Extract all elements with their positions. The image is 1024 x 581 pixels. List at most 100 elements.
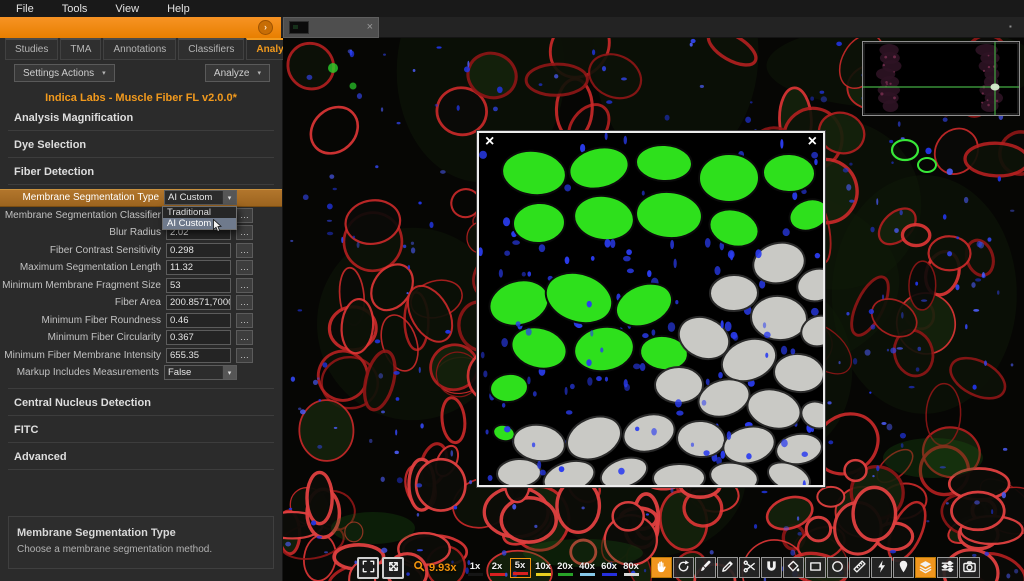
ellipsis-button[interactable]: … — [236, 208, 253, 223]
zoom-preset-80x[interactable]: 80x — [622, 560, 641, 578]
pan-tool-button[interactable] — [651, 557, 672, 578]
chevron-down-icon: ▾ — [257, 69, 261, 77]
adjustments-tool-button[interactable] — [937, 557, 958, 578]
ellipsis-button[interactable]: … — [236, 313, 253, 328]
minimum-membrane-fragment-size-input[interactable]: 53 — [166, 278, 231, 293]
tab-classifiers[interactable]: Classifiers — [178, 38, 244, 60]
flash-icon — [874, 559, 889, 577]
chevron-down-icon[interactable]: ▾ — [222, 191, 236, 204]
rotate-tool-button[interactable] — [673, 557, 694, 578]
field-row-maximum-segmentation-length: Maximum Segmentation Length11.32 … — [0, 259, 282, 277]
zoom-preset-2x[interactable]: 2x — [488, 560, 507, 578]
scissors-tool-button[interactable] — [739, 557, 760, 578]
ruler-tool-button[interactable] — [849, 557, 870, 578]
fiber-detection-fields: Membrane Segmentation TypeAI Custom▾Trad… — [0, 189, 282, 382]
fiber-contrast-sensitivity-input[interactable]: 0.298 — [166, 243, 231, 258]
zoom-preset-label: 1x — [470, 561, 481, 572]
slide-viewer[interactable]: × × 9.93x 1x 2x5x 10x 20x 40x 60x 80x — [283, 38, 1024, 581]
membrane-segmentation-type-select[interactable]: AI Custom▾ — [164, 190, 237, 205]
section-advanced[interactable]: Advanced — [0, 443, 282, 463]
zoom-preset-label: 10x — [535, 561, 551, 572]
menu-file[interactable]: File — [16, 3, 34, 15]
ellipsis-button[interactable]: … — [236, 260, 253, 275]
zoom-preset-1x[interactable]: 1x — [466, 560, 485, 578]
close-icon[interactable]: × — [808, 134, 817, 150]
minimap[interactable] — [862, 41, 1020, 116]
zoom-preset-60x[interactable]: 60x — [600, 560, 619, 578]
field-label: Minimum Fiber Roundness — [0, 315, 166, 326]
close-icon[interactable]: × — [367, 22, 373, 33]
zoom-preset-5x[interactable]: 5x — [510, 558, 531, 578]
analyze-label: Analyze — [214, 68, 250, 79]
minimum-fiber-roundness-input[interactable]: 0.46 — [166, 313, 231, 328]
close-icon[interactable]: × — [485, 134, 494, 150]
field-label: Blur Radius — [0, 227, 166, 238]
field-row-membrane-segmentation-type: Membrane Segmentation TypeAI Custom▾Trad… — [0, 189, 282, 207]
ellipsis-button[interactable]: … — [236, 330, 253, 345]
ellipsis-button[interactable]: … — [236, 278, 253, 293]
tabbar-pin-icon[interactable]: ▪ — [1009, 23, 1017, 31]
pan-icon — [654, 559, 669, 577]
magnet-tool-button[interactable] — [761, 557, 782, 578]
fiber-area-input[interactable]: 200.8571,7000.7 — [166, 295, 231, 310]
analyze-button[interactable]: Analyze ▾ — [205, 64, 270, 82]
menu-view[interactable]: View — [115, 3, 139, 15]
menu-help[interactable]: Help — [167, 3, 190, 15]
maximum-segmentation-length-input[interactable]: 11.32 — [166, 260, 231, 275]
section-fitc[interactable]: FITC — [0, 416, 282, 436]
menu-tools[interactable]: Tools — [62, 3, 88, 15]
zoom-preset-40x[interactable]: 40x — [578, 560, 597, 578]
ellipsis-button[interactable]: … — [236, 348, 253, 363]
camera-tool-button[interactable] — [959, 557, 980, 578]
ellipse-icon — [830, 559, 845, 577]
dropdown-option-traditional[interactable]: Traditional — [163, 207, 236, 218]
image-thumbnail — [289, 21, 309, 34]
rectangle-tool-button[interactable] — [805, 557, 826, 578]
minimum-fiber-circularity-input[interactable]: 0.367 — [166, 330, 231, 345]
section-dye-selection[interactable]: Dye Selection — [0, 131, 282, 151]
rotate-icon — [676, 559, 691, 577]
image-tab[interactable]: × — [283, 17, 379, 38]
pin-tool-button[interactable] — [893, 557, 914, 578]
collapse-panel-icon[interactable]: › — [258, 20, 273, 35]
segmentation-type-dropdown: TraditionalAI Custom — [162, 206, 237, 230]
field-row-blur-radius: Blur Radius2.02… — [0, 224, 282, 242]
fill-tool-button[interactable] — [783, 557, 804, 578]
tab-tma[interactable]: TMA — [60, 38, 101, 60]
ellipsis-button[interactable]: … — [236, 243, 253, 258]
section-central-nucleus-detection[interactable]: Central Nucleus Detection — [0, 389, 282, 409]
fullscreen-icon — [361, 559, 376, 577]
fill-icon — [786, 559, 801, 577]
pan-arrows-button[interactable] — [382, 557, 404, 579]
ellipsis-button[interactable]: … — [236, 295, 253, 310]
help-description: Choose a membrane segmentation method. — [17, 544, 265, 555]
zoom-preset-underline — [513, 572, 528, 575]
settings-actions-button[interactable]: Settings Actions ▾ — [14, 64, 115, 82]
ellipsis-button[interactable]: … — [236, 225, 253, 240]
zoom-preset-label: 60x — [601, 561, 617, 572]
pencil-tool-button[interactable] — [717, 557, 738, 578]
tab-annotations[interactable]: Annotations — [103, 38, 176, 60]
application-window: File Tools View Help › × ▪ StudiesTMAAnnota… — [0, 0, 1024, 581]
dropdown-option-ai-custom[interactable]: AI Custom — [163, 218, 236, 229]
rectangle-icon — [808, 559, 823, 577]
chevron-down-icon[interactable]: ▾ — [222, 366, 236, 379]
layers-tool-button[interactable] — [915, 557, 936, 578]
zoom-preset-10x[interactable]: 10x — [534, 560, 553, 578]
fullscreen-button[interactable] — [357, 557, 379, 579]
brush-tool-button[interactable] — [695, 557, 716, 578]
magnification-value: 9.93x — [429, 562, 457, 574]
field-label: Maximum Segmentation Length — [0, 262, 166, 273]
flash-tool-button[interactable] — [871, 557, 892, 578]
field-label: Minimum Membrane Fragment Size — [0, 280, 166, 291]
tab-studies[interactable]: Studies — [5, 38, 58, 60]
section-fiber-detection[interactable]: Fiber Detection — [0, 158, 282, 178]
zoom-preset-label: 20x — [557, 561, 573, 572]
divider — [8, 469, 274, 470]
zoom-preset-20x[interactable]: 20x — [556, 560, 575, 578]
ellipse-tool-button[interactable] — [827, 557, 848, 578]
adjustments-icon — [940, 559, 955, 577]
section-analysis-magnification[interactable]: Analysis Magnification — [0, 104, 282, 124]
minimum-fiber-membrane-intensity-input[interactable]: 655.35 — [166, 348, 231, 363]
markup-includes-measurements-select[interactable]: False▾ — [164, 365, 237, 380]
